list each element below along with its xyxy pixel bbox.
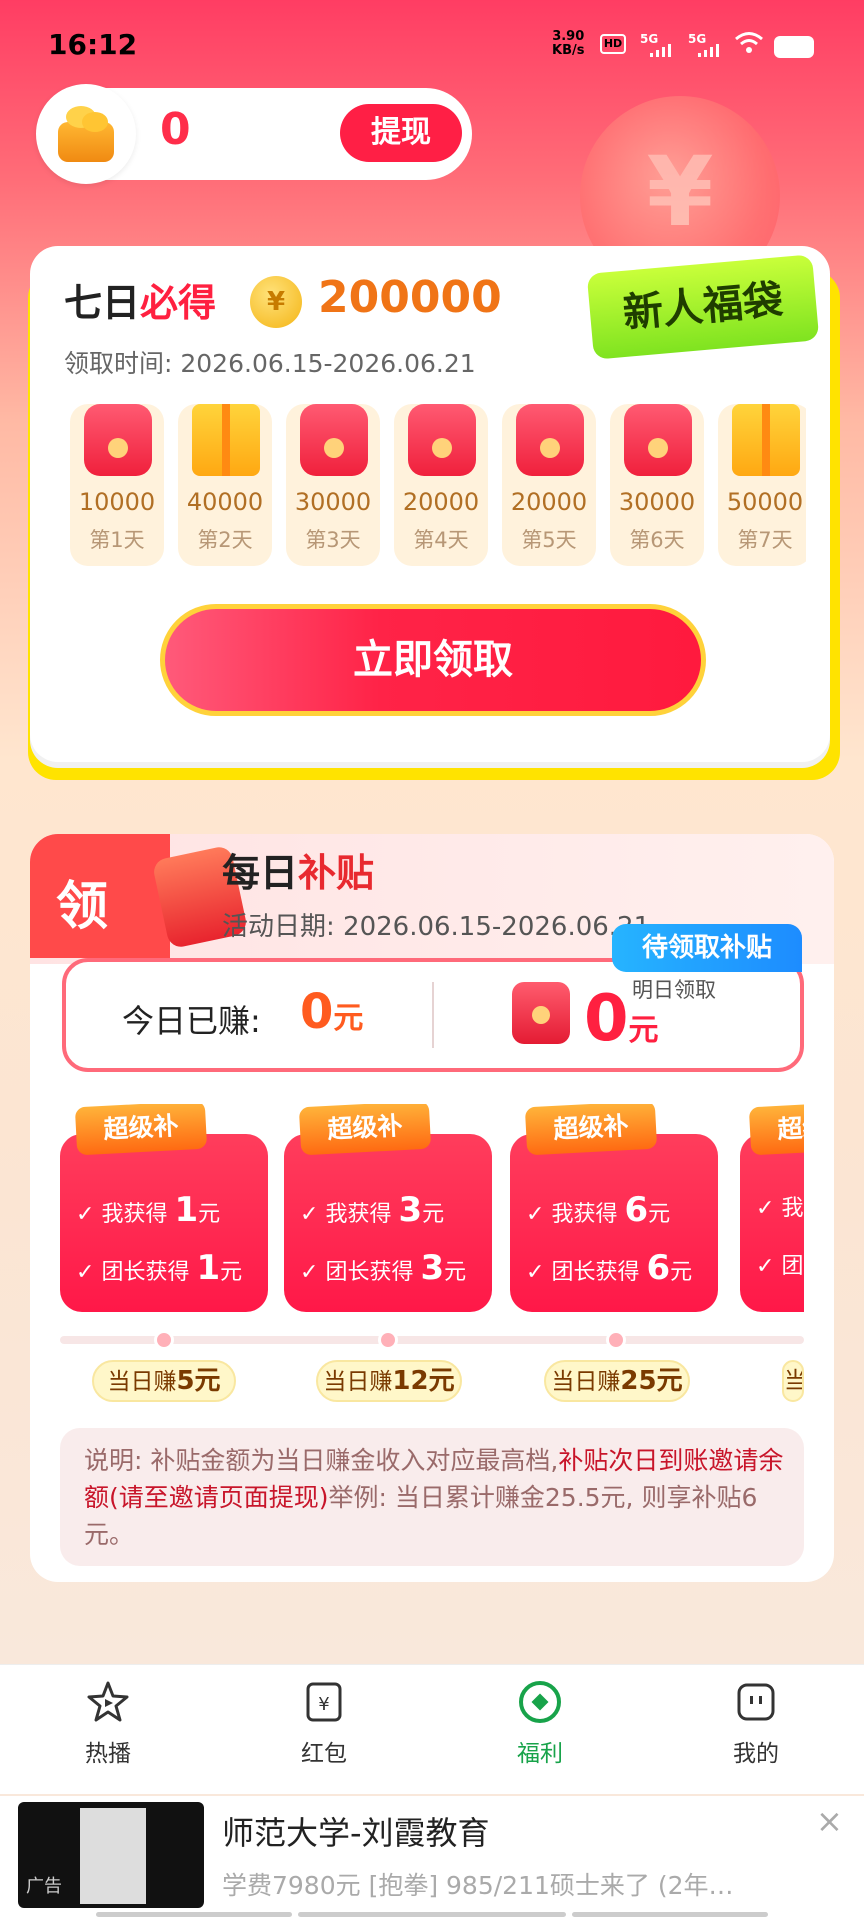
ad-tag: 广告 (26, 1876, 62, 1897)
day-reward-item[interactable]: 20000 第5天 (502, 404, 596, 566)
nav-item-me[interactable]: 我的 (696, 1680, 816, 1768)
signal-bars-icon (698, 44, 719, 57)
tier-me-row: ✓ 我 (756, 1196, 804, 1221)
red-envelope-icon (516, 404, 584, 476)
nav-item-hot[interactable]: 热播 (48, 1680, 168, 1768)
subsidy-tier-card[interactable]: ✓ 我获得 3元 ✓ 团长获得 3元 (284, 1134, 492, 1312)
seven-day-title: 七日必得 (64, 281, 217, 325)
daily-subsidy-title: 每日补贴 (222, 851, 375, 895)
hd-icon: HD (600, 34, 626, 54)
profile-face-icon (737, 1683, 775, 1721)
red-envelope-icon (512, 982, 570, 1044)
tomorrow-label: 明日领取 (632, 978, 716, 1002)
yuan-coin-icon: ¥ (250, 276, 302, 328)
day-reward-item[interactable]: 50000 第7天 (718, 404, 806, 566)
tier-leader-row: ✓ 团长获得 3元 (300, 1248, 467, 1288)
ad-subtitle[interactable]: 学费7980元 [抱拳] 985/211硕士来了 (2年… (222, 1866, 734, 1902)
milestone-pill: 当日赚5元 (92, 1360, 236, 1402)
tier-leader-row: ✓ 团长获得 6元 (526, 1248, 693, 1288)
tier-leader-row: ✓ 团长获得 1元 (76, 1248, 243, 1288)
today-earned-value: 0元 (300, 984, 364, 1040)
day-reward-item[interactable]: 10000 第1天 (70, 404, 164, 566)
day-reward-item[interactable]: 40000 第2天 (178, 404, 272, 566)
progress-dot (154, 1330, 174, 1350)
explanation-note: 说明: 补贴金额为当日赚金收入对应最高档,补贴次日到账邀请余额(请至邀请页面提现… (60, 1428, 804, 1566)
nav-item-welfare[interactable]: 福利 (480, 1680, 600, 1768)
subsidy-tier-card[interactable]: ✓ 我获得 6元 ✓ 团长获得 6元 (510, 1134, 718, 1312)
status-time: 16:12 (48, 28, 138, 61)
network-speed: 3.90 KB/s (552, 29, 585, 58)
home-indicator (572, 1912, 768, 1917)
tier-me-row: ✓ 我获得 6元 (526, 1190, 671, 1230)
subsidy-tier-card[interactable]: ✓ 我获得 1元 ✓ 团长获得 1元 (60, 1134, 268, 1312)
seven-day-period: 领取时间: 2026.06.15-2026.06.21 (64, 349, 476, 378)
progress-dot (378, 1330, 398, 1350)
super-subsidy-badge: 超级补 (74, 1104, 208, 1156)
day-reward-list: 10000 第1天 40000 第2天 30000 第3天 20000 第4天 2000… (70, 404, 806, 570)
signal-bars-icon (650, 44, 671, 57)
subsidy-tier-card[interactable]: ✓ 我 ✓ 团 (740, 1134, 804, 1312)
tier-me-row: ✓ 我获得 3元 (300, 1190, 445, 1230)
super-subsidy-badge: 超级补 (298, 1104, 432, 1156)
super-subsidy-badge: 超级补 (524, 1104, 658, 1156)
yuan-card-icon: ¥ (306, 1682, 342, 1722)
battery-icon (774, 36, 814, 58)
tier-leader-row: ✓ 团 (756, 1254, 804, 1279)
home-indicator (96, 1912, 292, 1917)
coin-pot-icon (36, 84, 136, 184)
super-subsidy-badge: 超级补 (748, 1104, 804, 1156)
welfare-circle-icon (519, 1681, 561, 1723)
close-icon[interactable]: × (816, 1802, 843, 1840)
milestone-pill: 当日赚12元 (316, 1360, 462, 1402)
balance-value: 0 (160, 104, 191, 155)
gift-box-icon (192, 404, 260, 476)
today-earned-label: 今日已赚: (122, 1002, 261, 1040)
nav-item-red-envelope[interactable]: ¥ 红包 (264, 1680, 384, 1768)
home-indicator (298, 1912, 566, 1917)
divider (432, 982, 434, 1048)
red-envelope-icon (408, 404, 476, 476)
day-reward-item[interactable]: 30000 第6天 (610, 404, 704, 566)
gift-box-icon (732, 404, 800, 476)
play-star-icon (87, 1681, 129, 1722)
red-envelope-icon (300, 404, 368, 476)
milestone-pill: 当 (782, 1360, 804, 1402)
svg-text:¥: ¥ (318, 1694, 329, 1715)
claim-now-button[interactable]: 立即领取 (160, 604, 706, 716)
day-reward-item[interactable]: 20000 第4天 (394, 404, 488, 566)
receive-badge: 领 (30, 834, 170, 958)
milestone-pill: 当日赚25元 (544, 1360, 690, 1402)
ad-title[interactable]: 师范大学-刘霞教育 (222, 1808, 490, 1854)
progress-dot (606, 1330, 626, 1350)
red-envelope-icon (84, 404, 152, 476)
pending-subsidy-tag: 待领取补贴 (612, 924, 802, 972)
day-reward-item[interactable]: 30000 第3天 (286, 404, 380, 566)
subsidy-tier-list: ✓ 我获得 1元 ✓ 团长获得 1元 超级补 ✓ 我获得 3元 ✓ 团长获得 3… (60, 1104, 804, 1332)
tier-me-row: ✓ 我获得 1元 (76, 1190, 221, 1230)
red-envelope-icon (624, 404, 692, 476)
daily-subsidy-period: 活动日期: 2026.06.15-2026.06.21 (222, 912, 651, 942)
seven-day-amount: 200000 (318, 272, 502, 323)
wifi-icon (735, 32, 763, 53)
withdraw-button[interactable]: 提现 (340, 104, 462, 162)
